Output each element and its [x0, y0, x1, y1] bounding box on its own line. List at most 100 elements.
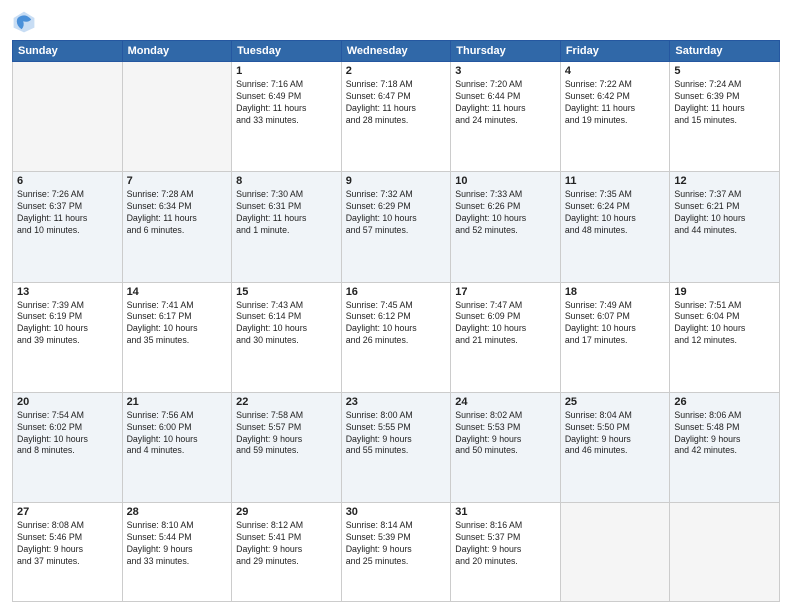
day-number: 4	[565, 65, 666, 77]
day-number: 8	[236, 175, 337, 187]
calendar-cell: 2 Sunrise: 7:18 AM Sunset: 6:47 PM Daylig…	[341, 62, 451, 172]
calendar-cell: 12 Sunrise: 7:37 AM Sunset: 6:21 PM Dayli…	[670, 172, 780, 282]
day-info: Sunrise: 7:39 AM Sunset: 6:19 PM Dayligh…	[17, 300, 118, 348]
day-number: 14	[127, 286, 228, 298]
day-number: 17	[455, 286, 556, 298]
day-info: Sunrise: 7:58 AM Sunset: 5:57 PM Dayligh…	[236, 410, 337, 458]
page: SundayMondayTuesdayWednesdayThursdayFrid…	[0, 0, 792, 612]
day-info: Sunrise: 8:02 AM Sunset: 5:53 PM Dayligh…	[455, 410, 556, 458]
day-number: 20	[17, 396, 118, 408]
day-number: 5	[674, 65, 775, 77]
calendar-cell: 3 Sunrise: 7:20 AM Sunset: 6:44 PM Daylig…	[451, 62, 561, 172]
day-number: 10	[455, 175, 556, 187]
weekday-header-sunday: Sunday	[13, 41, 123, 62]
calendar-cell	[13, 62, 123, 172]
calendar-cell	[670, 503, 780, 602]
weekday-header-tuesday: Tuesday	[232, 41, 342, 62]
calendar-week-row: 20 Sunrise: 7:54 AM Sunset: 6:02 PM Dayli…	[13, 392, 780, 502]
calendar-cell: 28Sunrise: 8:10 AM Sunset: 5:44 PM Dayli…	[122, 503, 232, 602]
calendar-cell: 22 Sunrise: 7:58 AM Sunset: 5:57 PM Dayli…	[232, 392, 342, 502]
weekday-header-saturday: Saturday	[670, 41, 780, 62]
day-number: 3	[455, 65, 556, 77]
calendar-cell: 18 Sunrise: 7:49 AM Sunset: 6:07 PM Dayli…	[560, 282, 670, 392]
day-info: Sunrise: 8:12 AM Sunset: 5:41 PM Dayligh…	[236, 520, 337, 568]
calendar-cell: 19Sunrise: 7:51 AM Sunset: 6:04 PM Dayli…	[670, 282, 780, 392]
logo	[12, 10, 38, 34]
day-info: Sunrise: 7:49 AM Sunset: 6:07 PM Dayligh…	[565, 300, 666, 348]
calendar-cell: 27 Sunrise: 8:08 AM Sunset: 5:46 PM Dayli…	[13, 503, 123, 602]
calendar-cell: 25Sunrise: 8:04 AM Sunset: 5:50 PM Dayli…	[560, 392, 670, 502]
logo-icon	[12, 10, 36, 34]
day-number: 31	[455, 506, 556, 518]
calendar-week-row: 6 Sunrise: 7:26 AM Sunset: 6:37 PM Daylig…	[13, 172, 780, 282]
weekday-header-friday: Friday	[560, 41, 670, 62]
day-number: 27	[17, 506, 118, 518]
day-info: Sunrise: 8:10 AM Sunset: 5:44 PM Dayligh…	[127, 520, 228, 568]
calendar-cell: 15Sunrise: 7:43 AM Sunset: 6:14 PM Dayli…	[232, 282, 342, 392]
day-info: Sunrise: 7:47 AM Sunset: 6:09 PM Dayligh…	[455, 300, 556, 348]
day-number: 11	[565, 175, 666, 187]
day-info: Sunrise: 7:22 AM Sunset: 6:42 PM Dayligh…	[565, 79, 666, 127]
day-info: Sunrise: 7:26 AM Sunset: 6:37 PM Dayligh…	[17, 189, 118, 237]
calendar-week-row: 1 Sunrise: 7:16 AM Sunset: 6:49 PM Daylig…	[13, 62, 780, 172]
day-number: 22	[236, 396, 337, 408]
calendar-week-row: 13 Sunrise: 7:39 AM Sunset: 6:19 PM Dayli…	[13, 282, 780, 392]
calendar-cell	[560, 503, 670, 602]
day-info: Sunrise: 7:37 AM Sunset: 6:21 PM Dayligh…	[674, 189, 775, 237]
day-number: 18	[565, 286, 666, 298]
day-info: Sunrise: 7:56 AM Sunset: 6:00 PM Dayligh…	[127, 410, 228, 458]
day-info: Sunrise: 8:04 AM Sunset: 5:50 PM Dayligh…	[565, 410, 666, 458]
weekday-header-thursday: Thursday	[451, 41, 561, 62]
day-info: Sunrise: 7:18 AM Sunset: 6:47 PM Dayligh…	[346, 79, 447, 127]
day-info: Sunrise: 8:08 AM Sunset: 5:46 PM Dayligh…	[17, 520, 118, 568]
calendar-cell: 23 Sunrise: 8:00 AM Sunset: 5:55 PM Dayli…	[341, 392, 451, 502]
calendar-cell: 10Sunrise: 7:33 AM Sunset: 6:26 PM Dayli…	[451, 172, 561, 282]
day-number: 9	[346, 175, 447, 187]
day-info: Sunrise: 8:14 AM Sunset: 5:39 PM Dayligh…	[346, 520, 447, 568]
day-number: 1	[236, 65, 337, 77]
calendar-cell: 20 Sunrise: 7:54 AM Sunset: 6:02 PM Dayli…	[13, 392, 123, 502]
header	[12, 10, 780, 34]
day-info: Sunrise: 7:51 AM Sunset: 6:04 PM Dayligh…	[674, 300, 775, 348]
day-number: 30	[346, 506, 447, 518]
calendar-cell: 29Sunrise: 8:12 AM Sunset: 5:41 PM Dayli…	[232, 503, 342, 602]
calendar-cell	[122, 62, 232, 172]
calendar-cell: 8Sunrise: 7:30 AM Sunset: 6:31 PM Daylig…	[232, 172, 342, 282]
day-info: Sunrise: 7:54 AM Sunset: 6:02 PM Dayligh…	[17, 410, 118, 458]
calendar-cell: 9 Sunrise: 7:32 AM Sunset: 6:29 PM Daylig…	[341, 172, 451, 282]
day-info: Sunrise: 7:28 AM Sunset: 6:34 PM Dayligh…	[127, 189, 228, 237]
day-info: Sunrise: 8:06 AM Sunset: 5:48 PM Dayligh…	[674, 410, 775, 458]
calendar-cell: 11 Sunrise: 7:35 AM Sunset: 6:24 PM Dayli…	[560, 172, 670, 282]
day-number: 26	[674, 396, 775, 408]
calendar-cell: 6 Sunrise: 7:26 AM Sunset: 6:37 PM Daylig…	[13, 172, 123, 282]
day-number: 2	[346, 65, 447, 77]
day-info: Sunrise: 7:32 AM Sunset: 6:29 PM Dayligh…	[346, 189, 447, 237]
day-number: 16	[346, 286, 447, 298]
calendar-cell: 5 Sunrise: 7:24 AM Sunset: 6:39 PM Daylig…	[670, 62, 780, 172]
weekday-header-monday: Monday	[122, 41, 232, 62]
calendar-cell: 21 Sunrise: 7:56 AM Sunset: 6:00 PM Dayli…	[122, 392, 232, 502]
calendar-cell: 26 Sunrise: 8:06 AM Sunset: 5:48 PM Dayli…	[670, 392, 780, 502]
day-info: Sunrise: 7:35 AM Sunset: 6:24 PM Dayligh…	[565, 189, 666, 237]
weekday-header-wednesday: Wednesday	[341, 41, 451, 62]
calendar-table: SundayMondayTuesdayWednesdayThursdayFrid…	[12, 40, 780, 602]
day-number: 12	[674, 175, 775, 187]
day-number: 13	[17, 286, 118, 298]
day-number: 15	[236, 286, 337, 298]
day-number: 6	[17, 175, 118, 187]
day-number: 23	[346, 396, 447, 408]
calendar-cell: 4 Sunrise: 7:22 AM Sunset: 6:42 PM Daylig…	[560, 62, 670, 172]
calendar-cell: 30 Sunrise: 8:14 AM Sunset: 5:39 PM Dayli…	[341, 503, 451, 602]
day-info: Sunrise: 7:24 AM Sunset: 6:39 PM Dayligh…	[674, 79, 775, 127]
day-info: Sunrise: 7:16 AM Sunset: 6:49 PM Dayligh…	[236, 79, 337, 127]
day-info: Sunrise: 7:41 AM Sunset: 6:17 PM Dayligh…	[127, 300, 228, 348]
day-info: Sunrise: 8:00 AM Sunset: 5:55 PM Dayligh…	[346, 410, 447, 458]
day-number: 24	[455, 396, 556, 408]
calendar-cell: 17 Sunrise: 7:47 AM Sunset: 6:09 PM Dayli…	[451, 282, 561, 392]
calendar-week-row: 27 Sunrise: 8:08 AM Sunset: 5:46 PM Dayli…	[13, 503, 780, 602]
weekday-header-row: SundayMondayTuesdayWednesdayThursdayFrid…	[13, 41, 780, 62]
day-info: Sunrise: 8:16 AM Sunset: 5:37 PM Dayligh…	[455, 520, 556, 568]
calendar-cell: 31 Sunrise: 8:16 AM Sunset: 5:37 PM Dayli…	[451, 503, 561, 602]
day-number: 21	[127, 396, 228, 408]
day-info: Sunrise: 7:20 AM Sunset: 6:44 PM Dayligh…	[455, 79, 556, 127]
